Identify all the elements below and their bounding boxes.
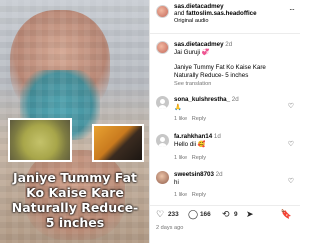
reply-button[interactable]: Reply (192, 192, 206, 198)
comment-time: 2d (231, 96, 239, 103)
commenter-avatar[interactable] (156, 96, 169, 109)
caption-line3: Naturally Reduce- 5 inches (174, 72, 249, 79)
comment-actions: 1 like Reply (174, 154, 206, 162)
comments-panel: sas.dietacadmey and fattoslim.sas.headof… (149, 0, 300, 243)
post-media[interactable]: Janiye Tummy Fat Ko Kaise Kare Naturally… (0, 0, 149, 243)
comment-meta: fa.rahkhan14 1d (174, 133, 221, 141)
oil-bottle-thumbnail (92, 124, 144, 162)
comment-user[interactable]: sona_kulshrestha_ (174, 96, 230, 103)
comment-text: 🙏 (174, 104, 182, 111)
like-comment-heart-icon[interactable]: ♡ (288, 140, 294, 148)
likes-count[interactable]: 233 (168, 211, 179, 218)
share-send-icon[interactable]: ➤ (246, 209, 254, 220)
comment-text: Hello dii 🥰 (174, 141, 206, 148)
caption-line2: Janiye Tummy Fat Ko Kaise Kare (174, 64, 266, 71)
comment-time: 1d (213, 133, 221, 140)
like-heart-icon[interactable]: ♡ (156, 209, 164, 220)
reply-button[interactable]: Reply (192, 116, 206, 122)
like-comment-heart-icon[interactable]: ♡ (288, 102, 294, 110)
post-timestamp: 2 days ago (156, 225, 184, 231)
audio-link[interactable]: Original audio (174, 17, 209, 25)
comment-meta: sona_kulshrestha_ 2d (174, 96, 239, 104)
comment-likes[interactable]: 1 like (174, 192, 187, 198)
actions-divider (150, 205, 300, 206)
shares-count: 9 (234, 211, 238, 218)
green-paste-thumbnail (8, 118, 72, 162)
comment-actions: 1 like Reply (174, 191, 206, 199)
more-options-icon[interactable]: ··· (289, 6, 295, 14)
bookmark-icon[interactable]: 🔖 (281, 209, 292, 220)
comments-count[interactable]: 166 (200, 211, 211, 218)
comment-actions: 1 like Reply (174, 115, 206, 123)
header-divider (150, 33, 300, 34)
caption-time: 2d (225, 41, 233, 48)
comment-time: 2d (215, 171, 223, 178)
comment-icon[interactable]: ◯ (188, 209, 198, 220)
caption-avatar[interactable] (156, 41, 169, 54)
comment-text: hi (174, 179, 179, 186)
caption-meta: sas.dietacadmey 2d (174, 41, 232, 49)
comment-user[interactable]: sweetsin8703 (174, 171, 214, 178)
commenter-avatar[interactable] (156, 171, 169, 184)
comment-user[interactable]: fa.rahkhan14 (174, 133, 212, 140)
caption-author[interactable]: sas.dietacadmey (174, 41, 224, 48)
media-caption: Janiye Tummy Fat Ko Kaise Kare Naturally… (11, 170, 139, 230)
comment-likes[interactable]: 1 like (174, 155, 187, 161)
header-coauthor[interactable]: fattoslim.sas.headoffice (186, 10, 257, 17)
see-translation-link[interactable]: See translation (174, 80, 211, 88)
reply-button[interactable]: Reply (192, 155, 206, 161)
caption-line1: Jai Guruji 💞 (174, 49, 210, 56)
author-avatar[interactable] (156, 5, 169, 18)
repost-icon[interactable]: ⟲ (222, 209, 230, 220)
like-comment-heart-icon[interactable]: ♡ (288, 177, 294, 185)
comment-meta: sweetsin8703 2d (174, 171, 223, 179)
header-and: and (174, 10, 185, 17)
commenter-avatar[interactable] (156, 134, 169, 147)
comment-likes[interactable]: 1 like (174, 116, 187, 122)
